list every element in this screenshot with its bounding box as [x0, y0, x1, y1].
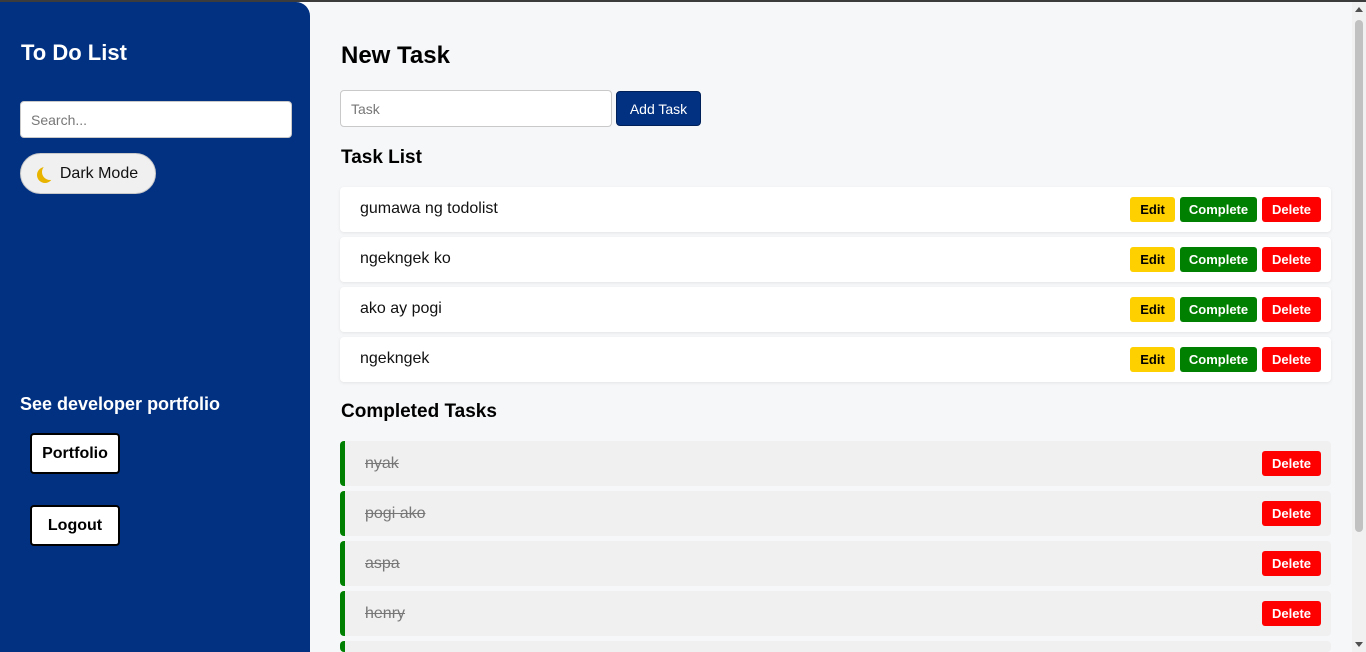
complete-button[interactable]: Complete — [1180, 297, 1257, 322]
delete-button[interactable]: Delete — [1262, 297, 1321, 322]
complete-button[interactable]: Complete — [1180, 247, 1257, 272]
task-input[interactable] — [340, 90, 612, 127]
delete-button[interactable]: Delete — [1262, 347, 1321, 372]
task-row: ngekngek ko Edit Complete Delete — [340, 237, 1331, 282]
completed-tasks-heading: Completed Tasks — [341, 401, 497, 422]
scroll-up-arrow-icon[interactable] — [1355, 7, 1363, 12]
search-input[interactable] — [20, 101, 292, 138]
task-text: ngekngek — [360, 350, 430, 367]
completed-task-text: nyak — [365, 455, 399, 472]
scroll-down-arrow-icon[interactable] — [1355, 642, 1363, 647]
complete-button[interactable]: Complete — [1180, 197, 1257, 222]
delete-button[interactable]: Delete — [1262, 551, 1321, 576]
dark-mode-button[interactable]: Dark Mode — [20, 153, 156, 194]
delete-button[interactable]: Delete — [1262, 501, 1321, 526]
delete-button[interactable]: Delete — [1262, 601, 1321, 626]
new-task-heading: New Task — [341, 42, 450, 69]
completed-task-text: henry — [365, 605, 406, 622]
delete-button[interactable]: Delete — [1262, 247, 1321, 272]
task-text: gumawa ng todolist — [360, 200, 498, 217]
edit-button[interactable]: Edit — [1130, 197, 1175, 222]
task-text: ngekngek ko — [360, 250, 451, 267]
complete-button[interactable]: Complete — [1180, 347, 1257, 372]
moon-icon — [42, 164, 58, 180]
add-task-button[interactable]: Add Task — [616, 91, 701, 126]
app-title: To Do List — [21, 40, 127, 65]
completed-task-row: nyak Delete — [340, 441, 1331, 486]
edit-button[interactable]: Edit — [1130, 347, 1175, 372]
edit-button[interactable]: Edit — [1130, 297, 1175, 322]
task-row: ngekngek Edit Complete Delete — [340, 337, 1331, 382]
task-list-heading: Task List — [341, 147, 422, 168]
sidebar: To Do List Dark Mode See developer portf… — [0, 2, 310, 652]
completed-task-row: aspa Delete — [340, 541, 1331, 586]
completed-task-text: pogi ako — [365, 505, 426, 522]
portfolio-heading: See developer portfolio — [20, 394, 221, 414]
completed-task-row: henry Delete — [340, 591, 1331, 636]
task-text: ako ay pogi — [360, 300, 442, 317]
dark-mode-label: Dark Mode — [59, 164, 139, 182]
task-row: gumawa ng todolist Edit Complete Delete — [340, 187, 1331, 232]
scrollbar[interactable] — [1352, 2, 1366, 652]
edit-button[interactable]: Edit — [1130, 247, 1175, 272]
completed-task-text: aspa — [365, 555, 400, 572]
completed-task-row — [340, 641, 1331, 652]
delete-button[interactable]: Delete — [1262, 197, 1321, 222]
completed-task-row: pogi ako Delete — [340, 491, 1331, 536]
scrollbar-thumb[interactable] — [1355, 20, 1363, 532]
task-row: ako ay pogi Edit Complete Delete — [340, 287, 1331, 332]
main-content: New Task Add Task Task List gumawa ng to… — [310, 2, 1352, 652]
portfolio-button[interactable]: Portfolio — [30, 433, 120, 474]
delete-button[interactable]: Delete — [1262, 451, 1321, 476]
logout-button[interactable]: Logout — [30, 505, 120, 546]
